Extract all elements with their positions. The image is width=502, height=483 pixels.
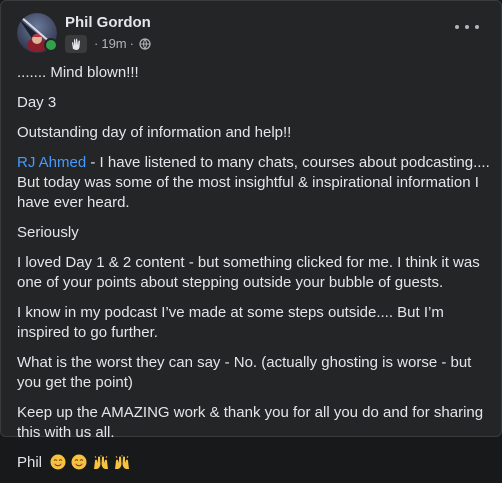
- post-subline: · 19m ·: [65, 35, 151, 53]
- post-paragraph: Outstanding day of information and help!…: [17, 124, 292, 141]
- more-options-icon[interactable]: [455, 21, 479, 33]
- raising-hands-icon: [114, 455, 129, 469]
- mention-link[interactable]: RJ Ahmed: [17, 154, 86, 171]
- author-name[interactable]: Phil Gordon: [65, 13, 151, 32]
- waving-hand-icon[interactable]: [65, 35, 87, 53]
- post-paragraph: What is the worst they can say - No. (ac…: [17, 354, 472, 391]
- post-paragraph: I loved Day 1 & 2 content - but somethin…: [17, 254, 480, 291]
- post-header: Phil Gordon · 19m ·: [17, 13, 151, 57]
- post-paragraph-with-mention: RJ Ahmed - I have listened to many chats…: [17, 153, 493, 213]
- post-timestamp[interactable]: 19m: [101, 36, 126, 52]
- online-status-indicator: [44, 38, 58, 52]
- post-paragraph: I know in my podcast I’ve made at some s…: [17, 304, 444, 341]
- separator-dot: ·: [94, 36, 99, 51]
- post-paragraph: ....... Mind blown!!!: [17, 64, 139, 81]
- post-paragraph: Seriously: [17, 224, 79, 241]
- smiling-face-icon: [71, 454, 87, 470]
- globe-icon[interactable]: [139, 38, 151, 50]
- separator-dot: ·: [129, 36, 134, 51]
- smiling-face-icon: [50, 454, 66, 470]
- post-paragraph: Day 3: [17, 94, 57, 111]
- post-body: ....... Mind blown!!! Day 3 Outstanding …: [17, 63, 493, 483]
- post-paragraph: Keep up the AMAZING work & thank you for…: [17, 404, 484, 441]
- raising-hands-icon: [93, 455, 108, 469]
- post-text: - I have listened to many chats, courses…: [17, 154, 490, 211]
- signoff: Phil: [17, 453, 493, 473]
- signoff-name: Phil: [17, 454, 43, 471]
- post-meta: Phil Gordon · 19m ·: [65, 13, 151, 53]
- avatar-container[interactable]: [17, 13, 58, 53]
- post-card: Phil Gordon · 19m · ....... Mind blown!!…: [0, 0, 502, 471]
